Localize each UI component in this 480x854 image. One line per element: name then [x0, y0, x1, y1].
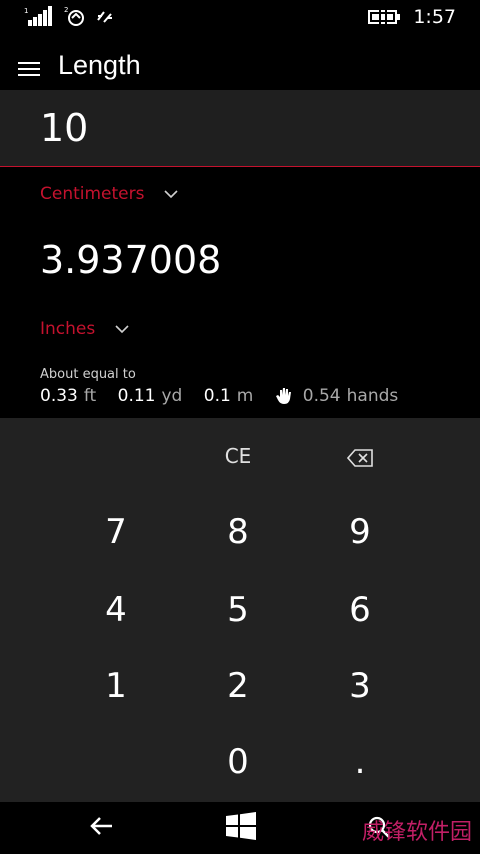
chevron-down-icon — [115, 324, 129, 333]
input-field[interactable]: 10 — [0, 90, 480, 167]
hand-icon — [275, 388, 291, 404]
about-equal-row: 0.33 ft 0.11 yd 0.1 m 0.54 hands — [40, 386, 414, 406]
input-value: 10 — [40, 106, 89, 150]
status-bar: 1 2 1:57 — [0, 0, 480, 34]
to-unit-label: Inches — [40, 319, 96, 339]
about-value: 0.54 — [302, 386, 341, 406]
clock: 1:57 — [413, 6, 456, 28]
about-equal-label: About equal to — [40, 367, 136, 382]
windows-start-icon[interactable] — [226, 812, 256, 840]
to-unit-dropdown[interactable]: Inches — [40, 319, 129, 339]
about-unit: hands — [346, 386, 399, 406]
backspace-icon — [346, 448, 373, 467]
hamburger-icon[interactable] — [18, 62, 40, 78]
svg-text:1: 1 — [24, 7, 28, 15]
about-item-m: 0.1 m — [204, 386, 254, 406]
signal-icon: 1 — [24, 6, 52, 26]
watermark: 威锋软件园 — [361, 820, 472, 845]
digit-6-button[interactable]: 6 — [280, 572, 440, 648]
app-header: Length — [0, 42, 480, 92]
battery-charging-icon — [368, 9, 400, 25]
about-item-yd: 0.11 yd — [118, 386, 183, 406]
about-value: 0.33 — [40, 386, 78, 406]
sim-two-icon: 2 — [64, 6, 84, 26]
about-unit: m — [236, 386, 254, 406]
about-value: 0.1 — [203, 386, 231, 406]
page-title: Length — [58, 50, 141, 80]
about-value: 0.11 — [117, 386, 156, 406]
digit-3-button[interactable]: 3 — [280, 648, 440, 724]
keypad: CE 7 8 9 4 5 6 1 2 3 0 . — [0, 418, 480, 802]
svg-text:2: 2 — [64, 6, 68, 14]
about-item-hands: 0.54 hands — [275, 386, 398, 406]
about-item-ft: 0.33 ft — [40, 386, 96, 406]
data-sync-icon — [97, 11, 112, 23]
about-unit: yd — [161, 386, 183, 406]
about-unit: ft — [83, 386, 97, 406]
from-unit-label: Centimeters — [40, 184, 145, 204]
from-unit-dropdown[interactable]: Centimeters — [40, 184, 178, 204]
digit-9-button[interactable]: 9 — [280, 494, 440, 570]
result-value[interactable]: 3.937008 — [40, 238, 221, 282]
backspace-button[interactable] — [280, 418, 440, 494]
back-arrow-icon[interactable] — [90, 816, 114, 836]
navigation-bar: 威锋软件园 — [0, 802, 480, 854]
chevron-down-icon — [164, 189, 178, 198]
decimal-button[interactable]: . — [280, 724, 440, 800]
